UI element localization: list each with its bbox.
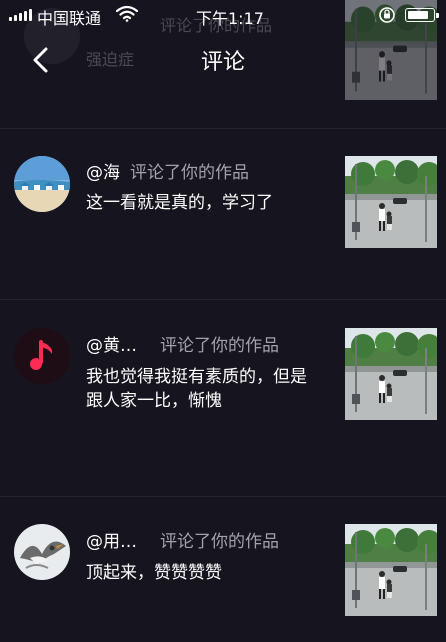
bird-avatar[interactable] [14, 524, 70, 580]
battery-icon [405, 8, 439, 22]
comment-action: 评论了你的作品 [130, 163, 249, 183]
beach-avatar[interactable] [14, 156, 70, 212]
comment-text: 顶起来，赞赞赞赞 [86, 563, 222, 583]
comment-username[interactable]: @海 [86, 158, 120, 183]
video-thumbnail[interactable] [345, 328, 437, 420]
comment-text: 这一看就是真的，学习了 [86, 193, 273, 213]
comment-action: 评论了你的作品 [160, 532, 279, 552]
comment-item[interactable]: @黄… 评论了你的作品 我也觉得我挺有素质的，但是跟人家一比，惭愧 [0, 300, 446, 496]
comment-action: 评论了你的作品 [160, 336, 279, 356]
signal-icon [9, 9, 32, 21]
comment-username[interactable]: @黄… [86, 331, 137, 356]
music-note-avatar[interactable] [14, 328, 70, 384]
video-thumbnail[interactable] [345, 156, 437, 248]
nav-bar: 评论 [0, 30, 446, 90]
wifi-icon [115, 5, 139, 26]
orientation-lock-icon [378, 6, 396, 28]
video-thumbnail[interactable] [345, 524, 437, 616]
status-time: 下午1:17 [196, 9, 264, 28]
status-bar: 中国联通 下午1:17 [0, 0, 446, 30]
page-title: 评论 [200, 50, 245, 75]
comment-username[interactable]: @用… [86, 527, 137, 552]
comment-text: 我也觉得我挺有素质的，但是跟人家一比，惭愧 [86, 367, 307, 411]
comment-item[interactable]: @海 评论了你的作品 这一看就是真的，学习了 [0, 129, 446, 299]
carrier-name: 中国联通 [37, 9, 102, 28]
comment-item[interactable]: @用… 评论了你的作品 顶起来，赞赞赞赞 [0, 497, 446, 642]
